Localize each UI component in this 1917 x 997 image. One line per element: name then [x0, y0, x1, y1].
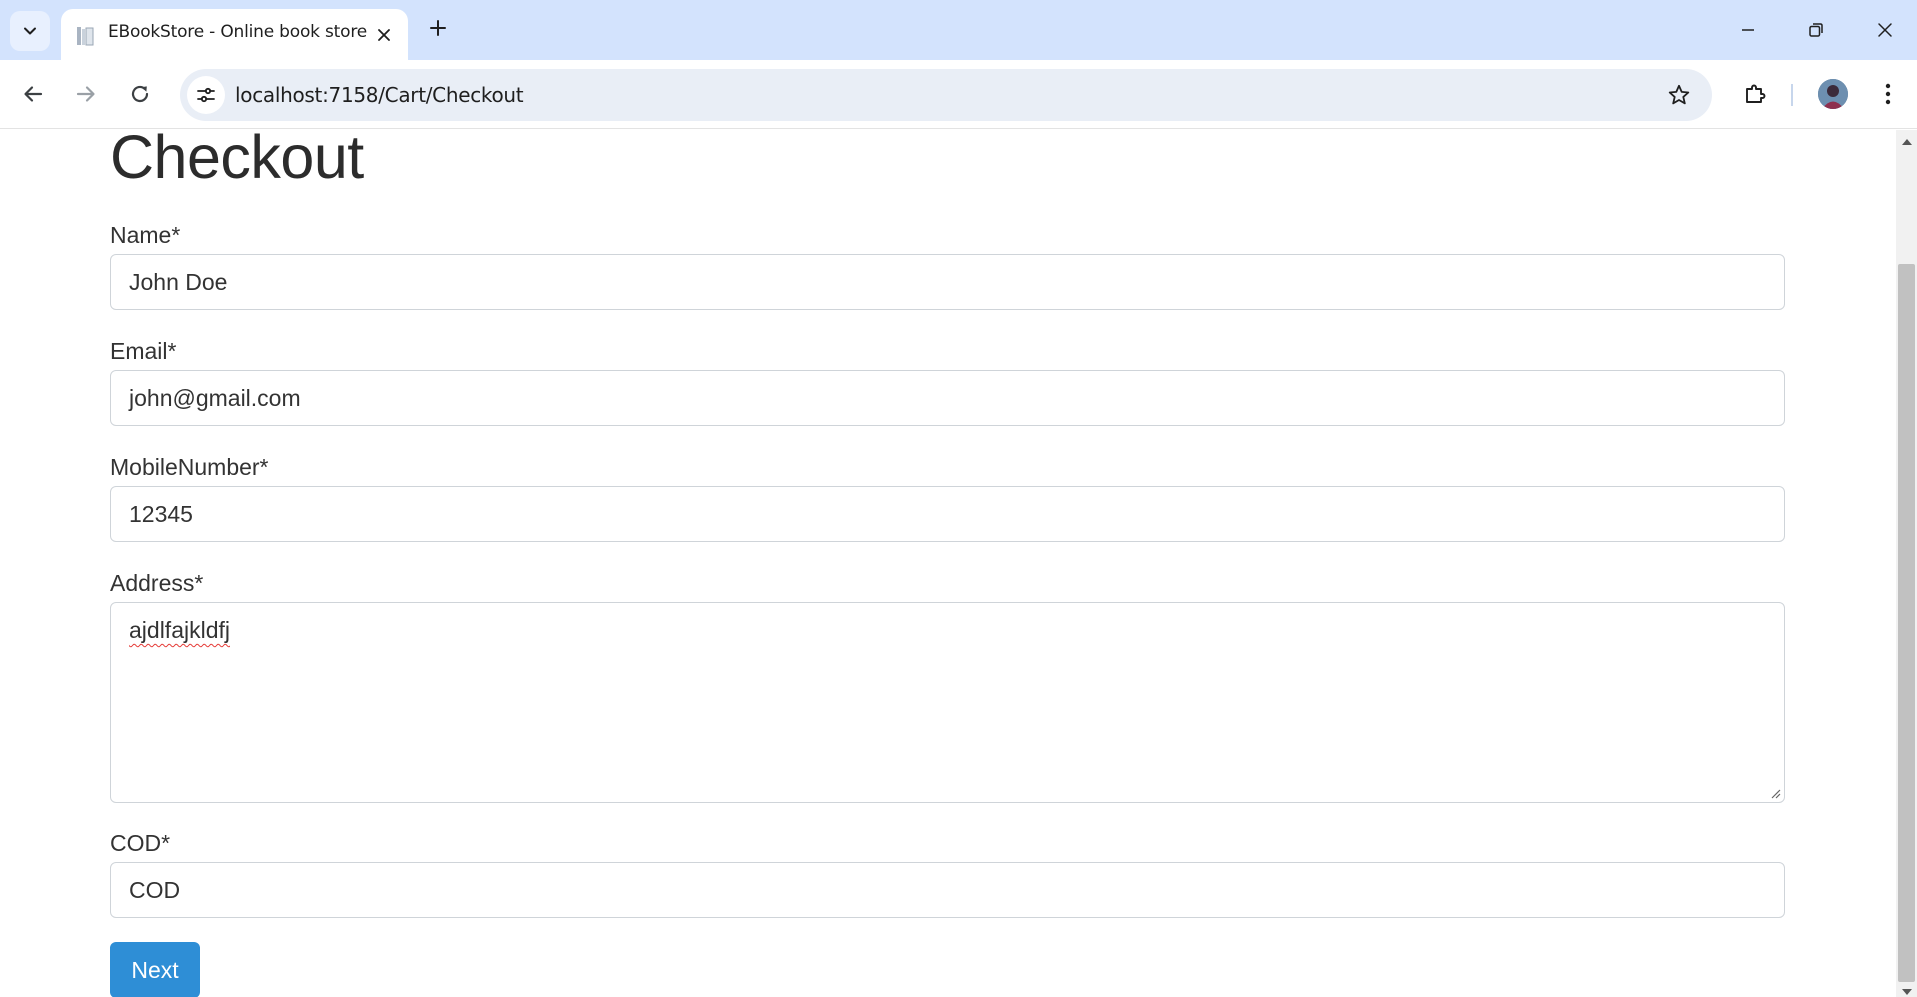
- resize-grip-icon[interactable]: [1769, 787, 1781, 799]
- extensions-button[interactable]: [1737, 76, 1773, 112]
- mobile-label: MobileNumber*: [110, 454, 269, 480]
- tab-search-button[interactable]: [10, 11, 50, 51]
- profile-avatar[interactable]: [1818, 79, 1848, 109]
- mobile-value: 12345: [129, 500, 193, 527]
- toolbar-divider: [1791, 84, 1793, 106]
- back-button[interactable]: [15, 76, 51, 112]
- cod-label: COD*: [110, 830, 171, 856]
- url-text[interactable]: localhost:7158/Cart/Checkout: [235, 83, 524, 107]
- reload-button[interactable]: [122, 76, 158, 112]
- bookmark-button[interactable]: [1665, 81, 1693, 109]
- address-value: ajdlfajkldfj: [129, 617, 230, 643]
- browser-tab-active[interactable]: EBookStore - Online book store: [61, 9, 408, 60]
- reload-icon: [131, 85, 149, 103]
- restore-button[interactable]: [1796, 12, 1836, 48]
- new-tab-button[interactable]: [426, 16, 450, 40]
- email-value: john@gmail.com: [129, 384, 301, 411]
- next-button[interactable]: Next: [110, 942, 200, 997]
- name-value: John Doe: [129, 268, 228, 295]
- book-favicon-icon: [77, 27, 94, 46]
- mobile-input[interactable]: 12345: [110, 486, 1785, 542]
- cod-value: COD: [129, 876, 181, 903]
- address-bar[interactable]: localhost:7158/Cart/Checkout: [180, 69, 1712, 121]
- kebab-menu-icon: [1885, 83, 1891, 105]
- email-input[interactable]: john@gmail.com: [110, 370, 1785, 426]
- minimize-button[interactable]: [1728, 12, 1768, 48]
- restore-icon: [1809, 23, 1823, 37]
- minimize-icon: [1742, 29, 1754, 31]
- plus-icon: [430, 20, 446, 36]
- scroll-down-arrow-icon[interactable]: [1902, 989, 1912, 995]
- scrollbar-thumb[interactable]: [1898, 264, 1915, 982]
- star-icon: [1668, 84, 1690, 105]
- name-label: Name*: [110, 222, 181, 248]
- page-viewport: Checkout Name* John Doe Email* john@gmai…: [0, 130, 1896, 997]
- tab-title: EBookStore - Online book store: [108, 22, 368, 42]
- email-label: Email*: [110, 338, 177, 364]
- close-icon: [1878, 23, 1892, 37]
- scroll-up-arrow-icon[interactable]: [1902, 139, 1912, 145]
- tune-icon: [197, 87, 215, 103]
- address-label: Address*: [110, 570, 204, 596]
- site-info-button[interactable]: [187, 76, 225, 114]
- close-window-button[interactable]: [1865, 12, 1905, 48]
- avatar-icon: [1818, 79, 1848, 109]
- page-scrollbar[interactable]: [1896, 130, 1917, 997]
- puzzle-icon: [1746, 84, 1766, 103]
- arrow-right-icon: [76, 86, 95, 102]
- address-textarea[interactable]: ajdlfajkldfj: [110, 602, 1785, 803]
- tab-close-button[interactable]: [374, 25, 394, 45]
- chevron-down-icon: [24, 27, 36, 35]
- page-title: Checkout: [110, 130, 364, 191]
- forward-button[interactable]: [68, 76, 104, 112]
- arrow-left-icon: [24, 86, 43, 102]
- browser-menu-button[interactable]: [1870, 76, 1906, 112]
- browser-toolbar: localhost:7158/Cart/Checkout: [0, 60, 1917, 129]
- name-input[interactable]: John Doe: [110, 254, 1785, 310]
- cod-input[interactable]: COD: [110, 862, 1785, 918]
- close-icon: [378, 29, 390, 41]
- browser-tab-strip: EBookStore - Online book store: [0, 0, 1917, 60]
